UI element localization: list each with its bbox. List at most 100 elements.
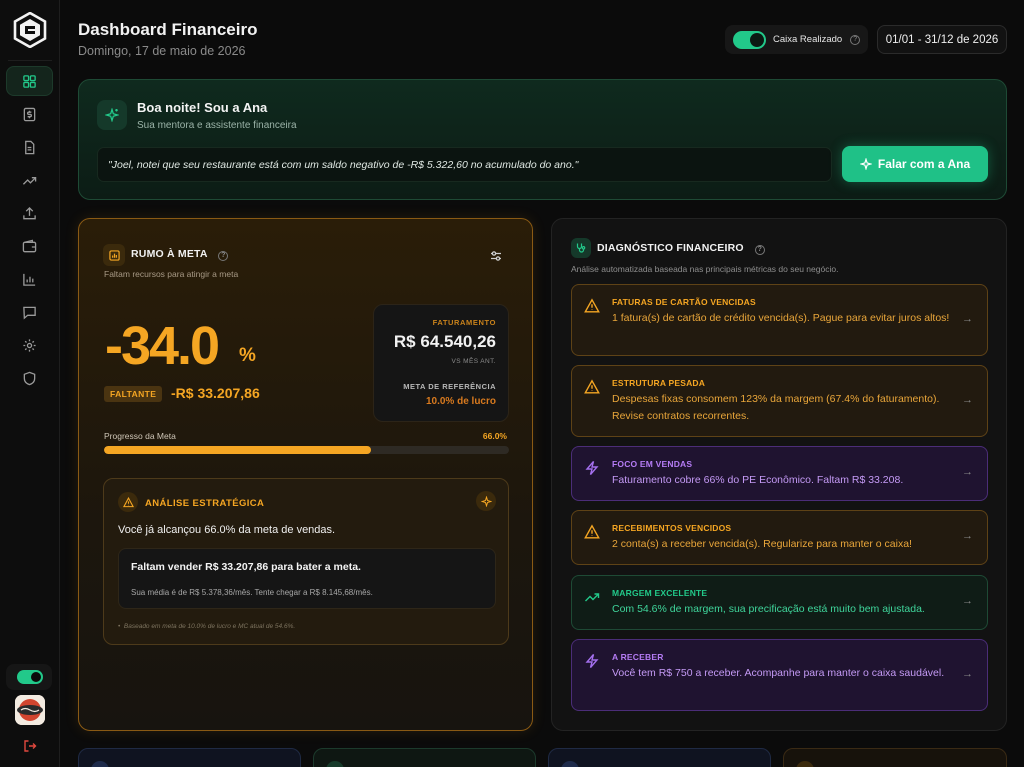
bar-chart-icon: [103, 244, 125, 266]
alert-card-heavy-structure[interactable]: ESTRUTURA PESADA Despesas fixas consomem…: [571, 365, 988, 437]
alert-title: FATURAS DE CARTÃO VENCIDAS: [612, 297, 756, 307]
date-range-button[interactable]: 01/01 - 31/12 de 2026: [877, 25, 1007, 54]
alert-title: FOCO EM VENDAS: [612, 459, 693, 469]
kpi-icon: [561, 761, 579, 767]
trend-up-icon: [22, 176, 37, 185]
sparkles-icon[interactable]: [476, 491, 496, 511]
diagnosis-title-text: DIAGNÓSTICO FINANCEIRO: [597, 242, 744, 254]
progress-value: 66.0%: [482, 431, 507, 441]
sidebar-item-dashboard[interactable]: [6, 66, 53, 96]
dashboard-icon: [23, 74, 36, 88]
alert-text: Com 54.6% de margem, sua precificação es…: [612, 603, 925, 615]
alert-title: RECEBIMENTOS VENCIDOS: [612, 523, 732, 533]
alert-title: MARGEM EXCELENTE: [612, 588, 708, 598]
sidebar-item-trends[interactable]: [6, 165, 53, 195]
warning-icon: [584, 298, 600, 313]
alert-text: 1 fatura(s) de cartão de crédito vencida…: [612, 312, 950, 324]
ana-message: "Joel, notei que seu restaurante está co…: [97, 147, 832, 182]
revenue-box: FATURAMENTO R$ 64.540,26 VS MÊS ANT. MET…: [373, 304, 509, 422]
kpi-card[interactable]: [548, 748, 771, 767]
kpi-card[interactable]: [783, 748, 1007, 767]
cash-realized-toggle[interactable]: Caixa Realizado ?: [725, 25, 868, 54]
strategic-analysis-title: ANÁLISE ESTRATÉGICA: [145, 498, 265, 509]
financial-diagnosis-card: DIAGNÓSTICO FINANCEIRO ? Análise automat…: [551, 218, 1007, 731]
kpi-card[interactable]: [78, 748, 301, 767]
arrow-right-icon: →: [962, 668, 973, 680]
sales-gap-box: Faltam vender R$ 33.207,86 para bater a …: [118, 548, 496, 609]
kpi-card[interactable]: [313, 748, 536, 767]
warning-icon: [584, 524, 600, 539]
sidebar-item-upload[interactable]: [6, 198, 53, 228]
sidebar: [0, 0, 60, 767]
page-title: Dashboard Financeiro: [78, 20, 258, 39]
kpi-icon: [326, 761, 344, 767]
sidebar-item-documents[interactable]: [6, 132, 53, 162]
sliders-icon[interactable]: [489, 249, 503, 263]
revenue-comparison-label: VS MÊS ANT.: [451, 358, 496, 365]
upload-icon: [23, 206, 36, 219]
reference-goal-value: 10.0% de lucro: [425, 396, 496, 407]
talk-to-ana-label: Falar com a Ana: [877, 157, 971, 171]
document-icon: [25, 140, 35, 154]
chat-icon: [23, 306, 36, 320]
arrow-right-icon: →: [962, 466, 973, 478]
toggle-switch[interactable]: [733, 30, 766, 49]
alert-card-receivables[interactable]: A RECEBER Você tem R$ 750 a receber. Aco…: [571, 639, 988, 711]
diagnosis-title: DIAGNÓSTICO FINANCEIRO ?: [597, 242, 765, 255]
alert-text: Faturamento cobre 66% do PE Econômico. F…: [612, 474, 904, 486]
help-icon[interactable]: ?: [850, 34, 861, 45]
alert-card-excellent-margin[interactable]: MARGEM EXCELENTE Com 54.6% de margem, su…: [571, 575, 988, 630]
ana-subtitle: Sua mentora e assistente financeira: [137, 120, 297, 131]
sidebar-item-reports[interactable]: [6, 264, 53, 294]
avatar[interactable]: [15, 695, 45, 725]
logout-icon[interactable]: [23, 739, 37, 753]
goal-card: RUMO À META ? Faltam recursos para ating…: [78, 218, 533, 731]
cash-toggle-label: Caixa Realizado: [773, 34, 843, 45]
progress-bar: [104, 446, 509, 454]
help-icon[interactable]: ?: [754, 244, 765, 255]
sidebar-item-finance[interactable]: [6, 99, 53, 129]
dollar-icon: [23, 107, 36, 121]
strategic-analysis: ANÁLISE ESTRATÉGICA Você já alcançou 66.…: [103, 478, 509, 645]
app-logo[interactable]: [13, 12, 47, 48]
kpi-icon: [91, 761, 109, 767]
sales-gap-subtitle: Sua média é de R$ 5.378,36/mês. Tente ch…: [131, 588, 373, 597]
wallet-icon: [22, 239, 37, 252]
lightning-icon: [585, 654, 599, 668]
alert-card-overdue-receivables[interactable]: RECEBIMENTOS VENCIDOS 2 conta(s) a receb…: [571, 510, 988, 565]
restaurant-logo: [15, 695, 45, 725]
sidebar-theme-toggle[interactable]: [6, 664, 52, 690]
lightning-icon: [585, 461, 599, 475]
goal-title: RUMO À META ?: [131, 248, 229, 261]
progress-label: Progresso da Meta: [104, 431, 176, 441]
goal-title-text: RUMO À META: [131, 248, 208, 260]
alert-card-overdue-invoices[interactable]: FATURAS DE CARTÃO VENCIDAS 1 fatura(s) d…: [571, 284, 988, 356]
ana-assistant-banner: Boa noite! Sou a Ana Sua mentora e assis…: [78, 79, 1007, 200]
bar-chart-icon: [23, 273, 36, 286]
arrow-right-icon: →: [962, 595, 973, 607]
ana-title: Boa noite! Sou a Ana: [137, 100, 268, 115]
shield-icon: [23, 371, 36, 385]
sidebar-item-chat[interactable]: [6, 297, 53, 327]
sidebar-item-security[interactable]: [6, 363, 53, 393]
help-icon[interactable]: ?: [218, 250, 229, 261]
goal-percent: -34.0: [105, 316, 220, 376]
sidebar-item-settings[interactable]: [6, 330, 53, 360]
goal-subtitle: Faltam recursos para atingir a meta: [104, 269, 239, 279]
talk-to-ana-button[interactable]: Falar com a Ana: [842, 146, 988, 182]
trend-up-icon: [585, 593, 600, 602]
kpi-icon: [796, 761, 814, 767]
sidebar-item-wallet[interactable]: [6, 231, 53, 261]
stethoscope-icon: [571, 238, 591, 258]
arrow-right-icon: →: [962, 530, 973, 542]
missing-badge: FALTANTE: [104, 386, 163, 402]
strategic-analysis-text: Você já alcançou 66.0% da meta de vendas…: [118, 524, 336, 536]
analysis-footnote: • Baseado em meta de 10.0% de lucro e MC…: [118, 623, 295, 630]
analysis-footnote-text: Baseado em meta de 10.0% de lucro e MC a…: [123, 623, 296, 630]
warning-icon: [118, 492, 138, 512]
sparkles-icon: [97, 100, 127, 130]
reference-goal-label: META DE REFERÊNCIA: [403, 382, 496, 391]
alert-card-sales-focus[interactable]: FOCO EM VENDAS Faturamento cobre 66% do …: [571, 446, 988, 501]
sidebar-nav: [6, 66, 53, 396]
sales-gap-title: Faltam vender R$ 33.207,86 para bater a …: [131, 561, 361, 573]
